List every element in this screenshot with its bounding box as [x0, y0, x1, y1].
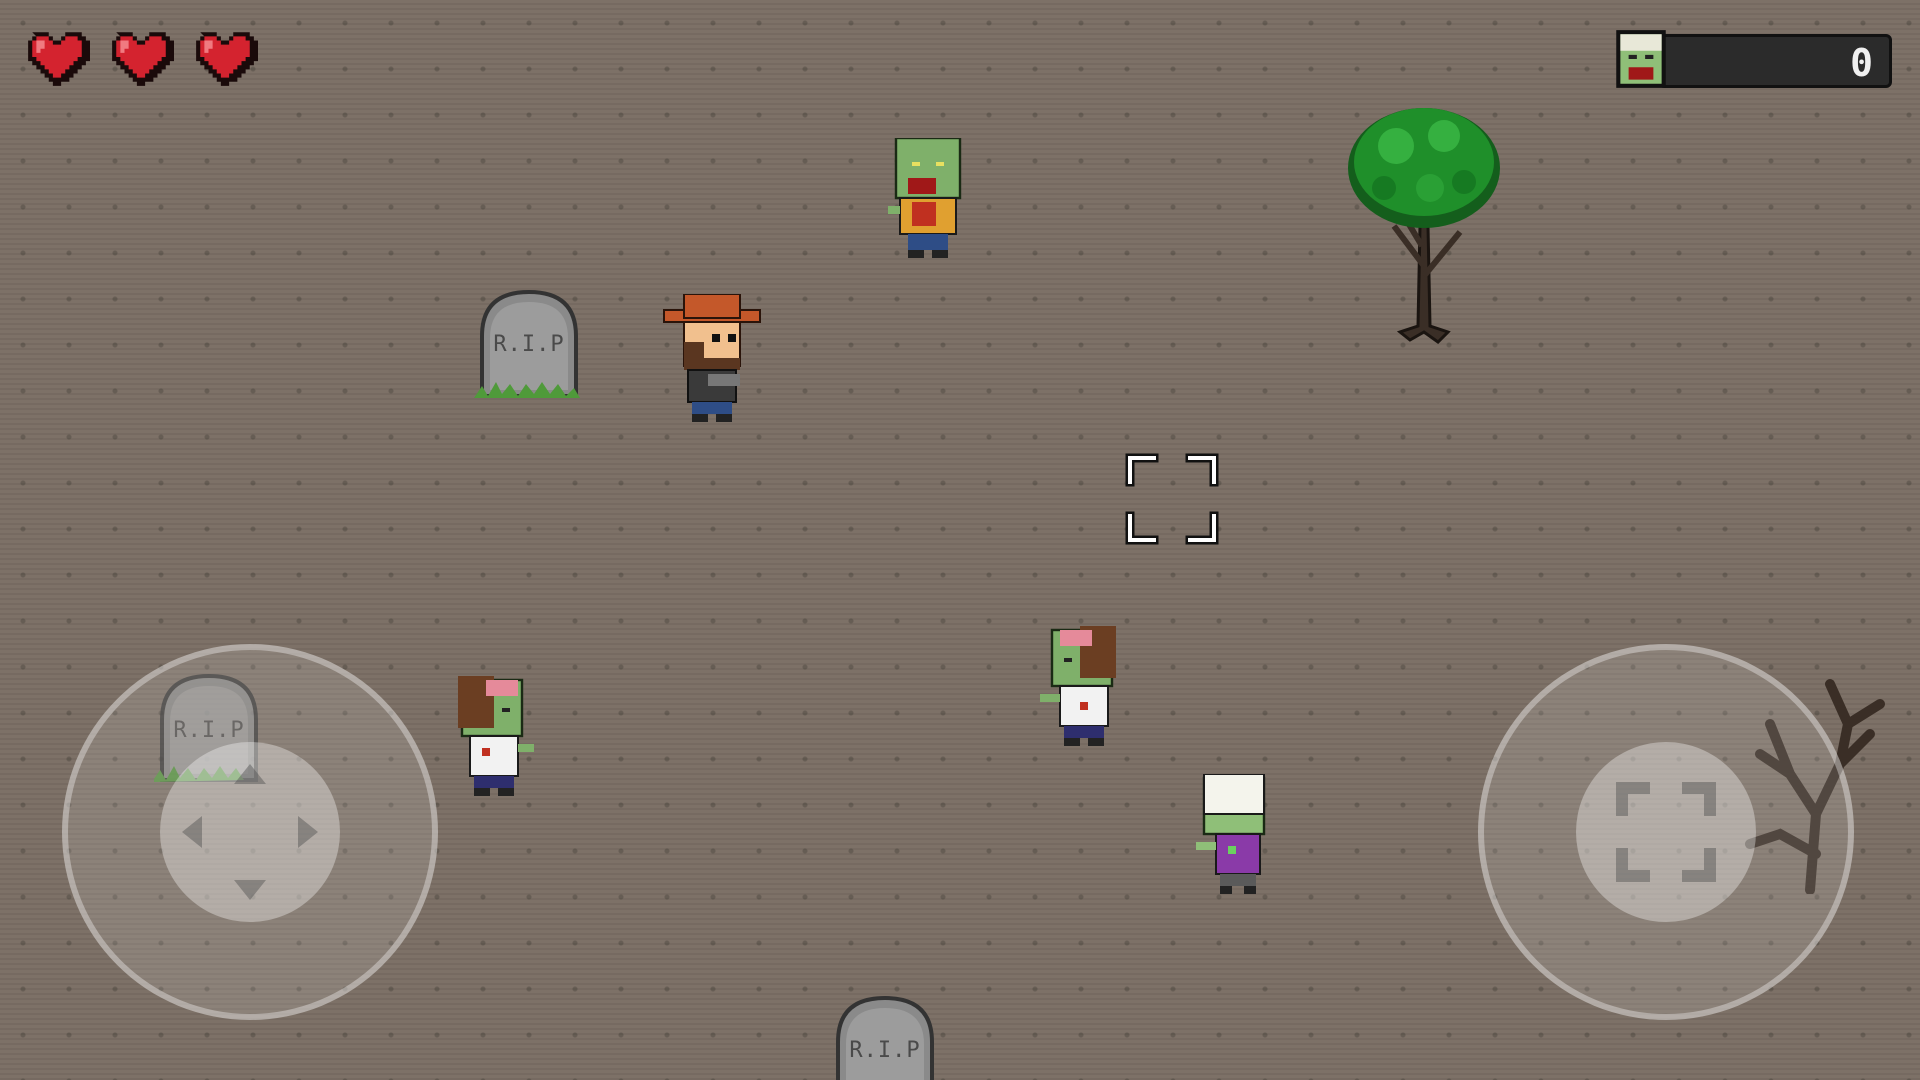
kill-counter-bar: 0: [1658, 34, 1892, 88]
dpad-arrows-icon: [182, 764, 318, 900]
crosshair-icon: [1616, 782, 1716, 882]
heart-icon: [112, 32, 174, 86]
fire-joystick[interactable]: [1478, 644, 1854, 1020]
heart-icon: [196, 32, 258, 86]
fire-joystick-knob[interactable]: [1576, 742, 1756, 922]
kill-counter: 0: [1608, 26, 1894, 92]
move-joystick[interactable]: [62, 644, 438, 1020]
tombstone-icon: [836, 995, 934, 1080]
player-character: [663, 294, 761, 422]
zombie-enemy: [458, 676, 534, 796]
zombie-head-icon: [1616, 30, 1666, 88]
zombie-enemy: [1196, 774, 1266, 894]
zombie-enemy: [1040, 626, 1116, 746]
tombstone-label: R.I.P: [493, 332, 565, 357]
kill-count-value: 0: [1850, 41, 1873, 85]
heart-icon: [28, 32, 90, 86]
game-field[interactable]: 0 R.I.P R.I.P R.I.P: [0, 0, 1920, 1080]
tombstone: R.I.P: [474, 286, 584, 406]
tombstone: R.I.P: [830, 992, 940, 1080]
move-joystick-knob[interactable]: [160, 742, 340, 922]
tree-icon: [1348, 108, 1500, 344]
tombstone-label: R.I.P: [849, 1038, 921, 1063]
lives-display: [24, 26, 258, 88]
zombie-enemy: [888, 138, 962, 258]
aim-crosshair-icon: [1125, 453, 1219, 545]
